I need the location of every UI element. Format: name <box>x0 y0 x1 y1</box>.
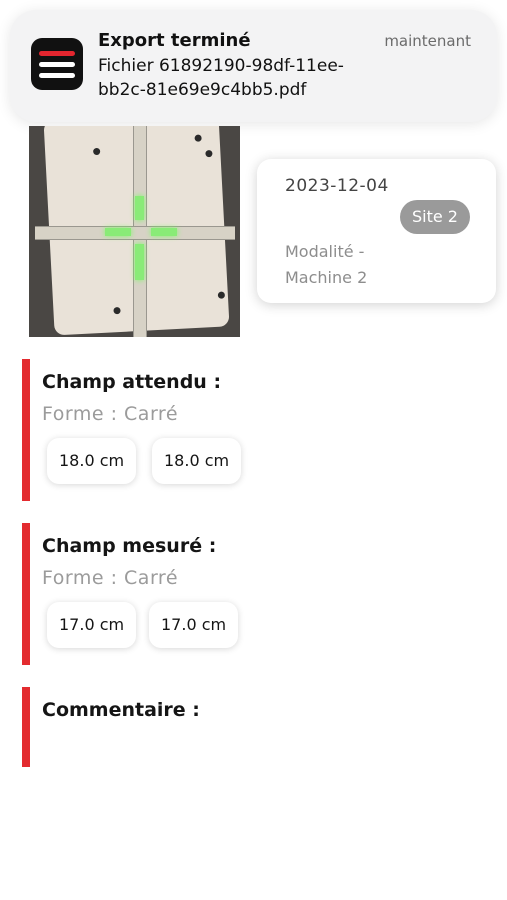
ruler-horizontal <box>35 226 235 240</box>
dimension-chip[interactable]: 17.0 cm <box>149 602 239 648</box>
info-card[interactable]: 2023-12-04 Site 2 Modalité - Machine 2 <box>257 159 496 303</box>
shape-label: Forme : Carré <box>42 403 179 425</box>
dimension-chip[interactable]: 18.0 cm <box>152 438 242 484</box>
notification-body-line: Fichier 61892190-98df-11ee- <box>98 56 344 76</box>
measured-field-section: Champ mesuré : Forme : Carré 17.0 cm 17.… <box>22 523 482 665</box>
site-badge: Site 2 <box>400 200 470 234</box>
machine-label: Machine 2 <box>285 268 368 287</box>
shape-label: Forme : Carré <box>42 567 179 589</box>
dimension-chip[interactable]: 18.0 cm <box>47 438 137 484</box>
date-label: 2023-12-04 <box>285 176 389 196</box>
section-accent <box>22 359 30 501</box>
app-logo-icon <box>31 38 83 90</box>
expected-field-section: Champ attendu : Forme : Carré 18.0 cm 18… <box>22 359 482 501</box>
dimension-chip[interactable]: 17.0 cm <box>47 602 137 648</box>
notification-body: Fichier 61892190-98df-11ee- bb2c-81e69e9… <box>98 54 398 102</box>
measurement-photo[interactable] <box>29 126 240 337</box>
notification-title: Export terminé <box>98 30 251 51</box>
section-title: Champ attendu : <box>42 371 222 393</box>
comment-section: Commentaire : <box>22 687 482 767</box>
modality-label: Modalité - <box>285 242 365 261</box>
section-accent <box>22 687 30 767</box>
modality-machine: Modalité - Machine 2 <box>285 239 367 291</box>
notification-time: maintenant <box>384 32 471 50</box>
section-title: Commentaire : <box>42 699 200 721</box>
section-accent <box>22 523 30 665</box>
notification-body-line: bb2c-81e69e9c4bb5.pdf <box>98 80 307 100</box>
export-notification[interactable]: Export terminé maintenant Fichier 618921… <box>10 10 497 122</box>
section-title: Champ mesuré : <box>42 535 217 557</box>
